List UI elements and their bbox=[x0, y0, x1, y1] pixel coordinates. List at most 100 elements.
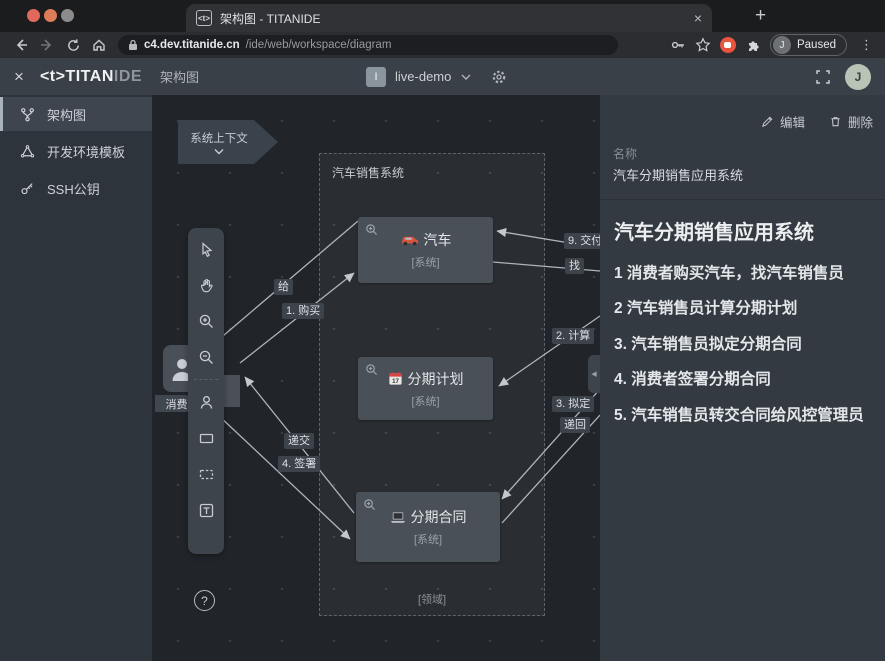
add-boundary-tool[interactable] bbox=[196, 464, 216, 484]
documentation-area: 汽车分期销售应用系统 1 消费者购买汽车，找汽车销售员 2 汽车销售员计算分期计… bbox=[600, 200, 885, 661]
key-icon bbox=[20, 181, 35, 196]
profile-avatar: J bbox=[773, 36, 791, 54]
zoom-in-icon[interactable] bbox=[365, 363, 378, 376]
doc-step: 2 汽车销售员计算分期计划 bbox=[614, 298, 871, 320]
edge-label-buy[interactable]: 1. 购买 bbox=[282, 303, 324, 319]
doc-title: 汽车分期销售应用系统 bbox=[614, 216, 871, 245]
sidebar-item-label: 架构图 bbox=[47, 105, 86, 124]
edge-label-draft[interactable]: 3. 拟定 bbox=[552, 396, 594, 412]
sidebar-item-dev-template[interactable]: 开发环境模板 bbox=[0, 134, 152, 168]
edge-label-return[interactable]: 递回 bbox=[560, 417, 590, 433]
extensions-puzzle-icon[interactable] bbox=[745, 37, 761, 53]
edge-label-calculate[interactable]: 2. 计算 bbox=[552, 328, 594, 344]
browser-menu-icon[interactable]: ⋮ bbox=[856, 37, 877, 53]
node-installment-plan[interactable]: 17 分期计划 [系统] bbox=[358, 357, 493, 420]
reload-icon[interactable] bbox=[60, 34, 86, 56]
pan-hand-tool[interactable] bbox=[196, 275, 216, 295]
password-key-icon[interactable] bbox=[670, 37, 686, 53]
node-subtitle: [系统] bbox=[414, 531, 442, 547]
node-title: 汽车 bbox=[424, 230, 452, 250]
traffic-zoom-button[interactable] bbox=[61, 9, 74, 22]
logo-suffix: IDE bbox=[114, 68, 142, 85]
traffic-minimize-button[interactable] bbox=[44, 9, 57, 22]
doc-step: 1 消费者购买汽车，找汽车销售员 bbox=[614, 263, 871, 285]
edit-button[interactable]: 编辑 bbox=[761, 112, 805, 131]
fullscreen-icon[interactable] bbox=[815, 69, 831, 85]
app-header: × <t>TITANIDE 架构图 I live-demo J bbox=[0, 58, 885, 95]
browser-tab-strip: <t> 架构图 - TITANIDE × + bbox=[0, 0, 885, 32]
node-title: 分期合同 bbox=[411, 507, 467, 527]
svg-text:17: 17 bbox=[392, 378, 399, 385]
toolbar-divider bbox=[194, 379, 218, 380]
doc-step: 4. 消费者签署分期合同 bbox=[614, 369, 871, 391]
extension-badge-icon[interactable] bbox=[720, 37, 736, 53]
node-car[interactable]: 汽车 [系统] bbox=[358, 217, 493, 283]
panel-collapse-handle[interactable]: ◀ bbox=[588, 355, 600, 393]
sidebar: 架构图 开发环境模板 SSH公钥 bbox=[0, 95, 152, 661]
traffic-close-button[interactable] bbox=[27, 9, 40, 22]
diagram-canvas[interactable]: 系统上下文 汽车销售系统 [领域] 汽车 [系统] 17 分期计划 [系统] bbox=[152, 95, 600, 661]
app-close-icon[interactable]: × bbox=[14, 67, 24, 87]
detail-panel: 编辑 删除 名称 汽车分期销售应用系统 汽车分期销售应用系统 1 消费者购买汽车… bbox=[600, 95, 885, 661]
diagram-icon bbox=[20, 107, 35, 122]
zoom-out-tool[interactable] bbox=[196, 347, 216, 367]
edge-label-submit[interactable]: 递交 bbox=[284, 433, 314, 449]
edge-label-give[interactable]: 给 bbox=[274, 279, 293, 295]
trash-icon bbox=[829, 115, 842, 128]
home-icon[interactable] bbox=[86, 34, 112, 56]
workspace-badge: I bbox=[366, 67, 386, 87]
app-logo: <t>TITANIDE bbox=[40, 68, 142, 86]
name-field-value: 汽车分期销售应用系统 bbox=[613, 165, 743, 184]
edit-label: 编辑 bbox=[780, 112, 805, 131]
back-icon[interactable] bbox=[8, 34, 34, 56]
edge-label-deliver[interactable]: 9. 交付 bbox=[564, 233, 600, 249]
tab-close-icon[interactable]: × bbox=[694, 10, 702, 26]
new-tab-button[interactable]: + bbox=[755, 5, 766, 27]
url-path: /ide/web/workspace/diagram bbox=[246, 39, 392, 51]
browser-toolbar: c4.dev.titanide.cn/ide/web/workspace/dia… bbox=[0, 32, 885, 58]
add-box-tool[interactable] bbox=[196, 428, 216, 448]
add-person-tool[interactable] bbox=[196, 392, 216, 412]
sidebar-item-label: SSH公钥 bbox=[47, 179, 100, 198]
node-subtitle: [系统] bbox=[411, 254, 439, 270]
edge-label-sign[interactable]: 4. 签署 bbox=[278, 456, 320, 472]
chevron-down-icon bbox=[460, 73, 472, 81]
sidebar-item-diagram[interactable]: 架构图 bbox=[0, 97, 152, 131]
select-cursor-tool[interactable] bbox=[196, 239, 216, 259]
node-title: 分期计划 bbox=[408, 369, 464, 389]
zoom-in-icon[interactable] bbox=[365, 223, 378, 236]
forward-icon[interactable] bbox=[34, 34, 60, 56]
doc-step: 3. 汽车销售员拟定分期合同 bbox=[614, 334, 871, 356]
workspace-selector[interactable]: I live-demo bbox=[366, 67, 507, 87]
browser-window: <t> 架构图 - TITANIDE × + c4.dev.titanide.c… bbox=[0, 0, 885, 661]
tab-title: 架构图 - TITANIDE bbox=[220, 10, 686, 27]
browser-profile-chip[interactable]: J Paused bbox=[770, 34, 847, 56]
zoom-in-tool[interactable] bbox=[196, 311, 216, 331]
delete-button[interactable]: 删除 bbox=[829, 112, 873, 131]
user-avatar[interactable]: J bbox=[845, 64, 871, 90]
car-icon bbox=[400, 234, 419, 247]
node-subtitle: [系统] bbox=[411, 393, 439, 409]
zoom-in-icon[interactable] bbox=[363, 498, 376, 511]
name-field-label: 名称 bbox=[613, 145, 637, 162]
edge-label-find[interactable]: 找 bbox=[565, 258, 584, 274]
bookmark-star-icon[interactable] bbox=[695, 37, 711, 53]
pencil-icon bbox=[761, 115, 774, 128]
sidebar-item-label: 开发环境模板 bbox=[47, 142, 125, 161]
address-bar[interactable]: c4.dev.titanide.cn/ide/web/workspace/dia… bbox=[118, 35, 618, 55]
calendar-icon: 17 bbox=[388, 371, 403, 386]
logo-main: <t>TITAN bbox=[40, 68, 114, 85]
node-installment-contract[interactable]: 分期合同 [系统] bbox=[356, 492, 500, 562]
header-page-title: 架构图 bbox=[160, 67, 199, 86]
help-button[interactable]: ? bbox=[194, 590, 215, 611]
browser-tab[interactable]: <t> 架构图 - TITANIDE × bbox=[186, 4, 712, 32]
delete-label: 删除 bbox=[848, 112, 873, 131]
template-icon bbox=[20, 144, 35, 159]
url-domain: c4.dev.titanide.cn bbox=[144, 39, 240, 51]
sidebar-item-ssh-key[interactable]: SSH公钥 bbox=[0, 171, 152, 205]
doc-step: 5. 汽车销售员转交合同给风控管理员 bbox=[614, 405, 871, 427]
canvas-toolbar bbox=[188, 228, 224, 554]
profile-status: Paused bbox=[797, 39, 836, 51]
add-text-tool[interactable] bbox=[196, 500, 216, 520]
settings-gear-icon[interactable] bbox=[491, 69, 507, 85]
